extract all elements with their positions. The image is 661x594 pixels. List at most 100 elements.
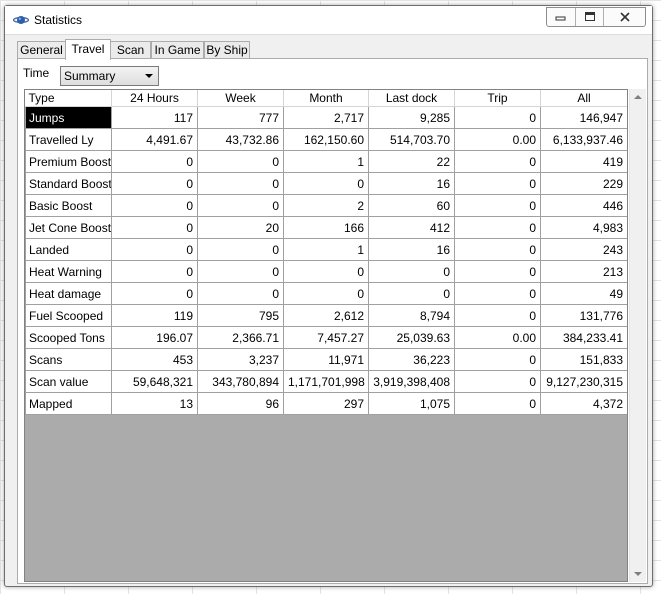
- table-cell[interactable]: 243: [540, 238, 627, 261]
- column-header-month[interactable]: Month: [283, 90, 369, 107]
- table-cell[interactable]: 0: [454, 194, 541, 217]
- maximize-button[interactable]: [575, 8, 603, 26]
- row-label[interactable]: Scooped Tons: [25, 326, 112, 349]
- table-cell[interactable]: 43,732.86: [197, 128, 284, 151]
- table-cell[interactable]: 1,075: [368, 392, 455, 415]
- table-row[interactable]: Scooped Tons 196.07 2,366.71 7,457.27 25,039…: [25, 326, 627, 349]
- table-cell[interactable]: 119: [111, 304, 198, 327]
- row-label[interactable]: Landed: [25, 238, 112, 261]
- column-header-type[interactable]: Type: [25, 90, 112, 107]
- row-label[interactable]: Mapped: [25, 392, 112, 415]
- row-label[interactable]: Jumps: [25, 106, 112, 129]
- close-button[interactable]: [603, 8, 645, 26]
- statistics-grid[interactable]: Type 24 Hours Week Month Last dock Trip …: [24, 89, 628, 582]
- table-cell[interactable]: 131,776: [540, 304, 627, 327]
- table-cell[interactable]: 0: [197, 282, 284, 305]
- row-label[interactable]: Standard Boost: [25, 172, 112, 195]
- table-cell[interactable]: 2: [283, 194, 369, 217]
- table-cell[interactable]: 0: [111, 260, 198, 283]
- table-cell[interactable]: 0: [111, 238, 198, 261]
- column-header-trip[interactable]: Trip: [454, 90, 541, 107]
- vertical-scrollbar[interactable]: [629, 89, 646, 582]
- table-cell[interactable]: 2,612: [283, 304, 369, 327]
- table-row[interactable]: Heat Warning 0 0 0 0 0 213: [25, 260, 627, 283]
- table-cell[interactable]: 166: [283, 216, 369, 239]
- tab-general[interactable]: General: [17, 41, 66, 59]
- table-cell[interactable]: 6,133,937.46: [540, 128, 627, 151]
- table-cell[interactable]: 146,947: [540, 106, 627, 129]
- tab-travel[interactable]: Travel: [65, 39, 111, 60]
- table-cell[interactable]: 0: [454, 370, 541, 393]
- table-cell[interactable]: 59,648,321: [111, 370, 198, 393]
- table-row[interactable]: Basic Boost 0 0 2 60 0 446: [25, 194, 627, 217]
- table-cell[interactable]: 0: [454, 260, 541, 283]
- table-cell[interactable]: 3,919,398,408: [368, 370, 455, 393]
- table-cell[interactable]: 0: [454, 304, 541, 327]
- scroll-up-icon[interactable]: [634, 95, 642, 99]
- table-cell[interactable]: 2,366.71: [197, 326, 284, 349]
- table-cell[interactable]: 453: [111, 348, 198, 371]
- table-cell[interactable]: 514,703.70: [368, 128, 455, 151]
- row-label[interactable]: Jet Cone Boost: [25, 216, 112, 239]
- table-cell[interactable]: 384,233.41: [540, 326, 627, 349]
- table-cell[interactable]: 0: [283, 282, 369, 305]
- row-label[interactable]: Fuel Scooped: [25, 304, 112, 327]
- column-header-24-hours[interactable]: 24 Hours: [111, 90, 198, 107]
- row-label[interactable]: Scans: [25, 348, 112, 371]
- table-row[interactable]: Jet Cone Boost 0 20 166 412 0 4,983: [25, 216, 627, 239]
- table-cell[interactable]: 0: [454, 172, 541, 195]
- time-select[interactable]: Summary: [60, 66, 159, 86]
- table-cell[interactable]: 49: [540, 282, 627, 305]
- table-row[interactable]: Heat damage 0 0 0 0 0 49: [25, 282, 627, 305]
- scroll-down-icon[interactable]: [634, 572, 642, 576]
- table-cell[interactable]: 0: [454, 238, 541, 261]
- table-cell[interactable]: 2,717: [283, 106, 369, 129]
- table-cell[interactable]: 1,171,701,998: [283, 370, 369, 393]
- table-cell[interactable]: 25,039.63: [368, 326, 455, 349]
- row-label[interactable]: Travelled Ly: [25, 128, 112, 151]
- table-cell[interactable]: 0.00: [454, 128, 541, 151]
- table-cell[interactable]: 196.07: [111, 326, 198, 349]
- table-cell[interactable]: 1: [283, 150, 369, 173]
- table-cell[interactable]: 151,833: [540, 348, 627, 371]
- table-cell[interactable]: 0: [454, 106, 541, 129]
- table-cell[interactable]: 446: [540, 194, 627, 217]
- column-header-week[interactable]: Week: [197, 90, 284, 107]
- table-cell[interactable]: 9,285: [368, 106, 455, 129]
- table-cell[interactable]: 13: [111, 392, 198, 415]
- table-row[interactable]: Fuel Scooped 119 795 2,612 8,794 0 131,776: [25, 304, 627, 327]
- table-cell[interactable]: 0: [454, 392, 541, 415]
- table-cell[interactable]: 0: [454, 348, 541, 371]
- tab-scan[interactable]: Scan: [110, 41, 151, 59]
- table-cell[interactable]: 0: [111, 172, 198, 195]
- table-cell[interactable]: 3,237: [197, 348, 284, 371]
- table-cell[interactable]: 0: [197, 150, 284, 173]
- table-cell[interactable]: 795: [197, 304, 284, 327]
- table-row[interactable]: Premium Boost 0 0 1 22 0 419: [25, 150, 627, 173]
- table-cell[interactable]: 0: [111, 282, 198, 305]
- row-label[interactable]: Basic Boost: [25, 194, 112, 217]
- table-cell[interactable]: 0: [111, 216, 198, 239]
- table-row[interactable]: Scans 453 3,237 11,971 36,223 0 151,833: [25, 348, 627, 371]
- table-cell[interactable]: 343,780,894: [197, 370, 284, 393]
- table-cell[interactable]: 9,127,230,315: [540, 370, 627, 393]
- table-cell[interactable]: 0: [454, 150, 541, 173]
- row-label[interactable]: Scan value: [25, 370, 112, 393]
- table-row[interactable]: Standard Boost 0 0 0 16 0 229: [25, 172, 627, 195]
- table-cell[interactable]: 0: [283, 260, 369, 283]
- table-cell[interactable]: 4,983: [540, 216, 627, 239]
- table-cell[interactable]: 7,457.27: [283, 326, 369, 349]
- table-row[interactable]: Travelled Ly 4,491.67 43,732.86 162,150.60 5…: [25, 128, 627, 151]
- table-cell[interactable]: 419: [540, 150, 627, 173]
- table-cell[interactable]: 0: [283, 172, 369, 195]
- table-cell[interactable]: 213: [540, 260, 627, 283]
- table-cell[interactable]: 96: [197, 392, 284, 415]
- table-cell[interactable]: 0: [111, 194, 198, 217]
- table-cell[interactable]: 16: [368, 238, 455, 261]
- table-cell[interactable]: 0: [368, 260, 455, 283]
- title-bar[interactable]: Statistics: [5, 6, 652, 35]
- table-row[interactable]: Mapped 13 96 297 1,075 0 4,372: [25, 392, 627, 415]
- table-cell[interactable]: 16: [368, 172, 455, 195]
- table-cell[interactable]: 0: [111, 150, 198, 173]
- column-header-all[interactable]: All: [540, 90, 627, 107]
